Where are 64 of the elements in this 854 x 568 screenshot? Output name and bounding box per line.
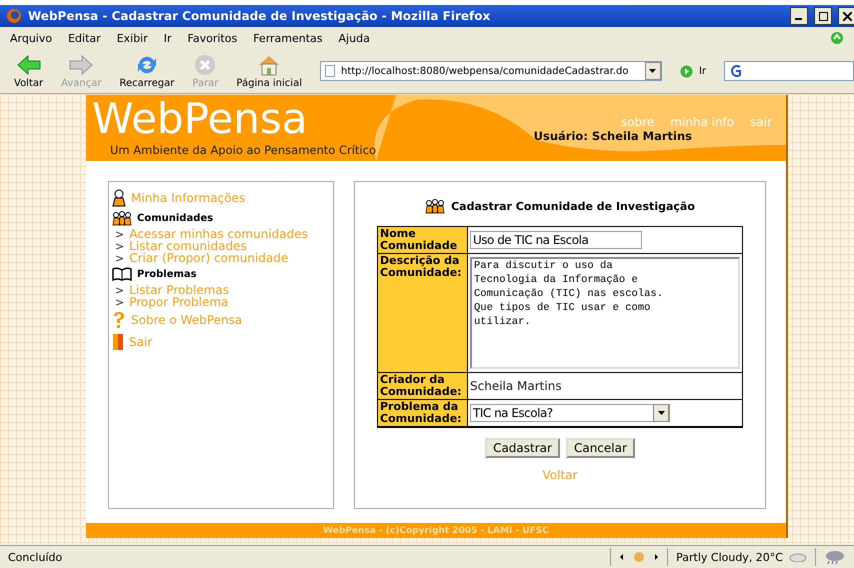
form-button[interactable]: Cancelar (566, 438, 635, 458)
toolbar-button[interactable]: Voltar (14, 54, 44, 88)
bullet-marker: > (115, 296, 124, 308)
page-icon (324, 65, 335, 77)
form-button[interactable]: Cadastrar (485, 438, 560, 458)
firefox-icon (6, 8, 22, 24)
dropdown-button[interactable] (653, 404, 669, 422)
weather-icon (824, 549, 846, 565)
home-icon (257, 54, 282, 76)
sidebar-heading: Problemas (137, 268, 197, 280)
door-icon (112, 333, 124, 351)
caret-icon (649, 69, 656, 73)
minimize-button[interactable] (790, 7, 808, 25)
copyright-text: WebPensa - (c)Copyright 2005 - LAMI - UFSC (323, 526, 549, 536)
maximize-icon (818, 12, 828, 20)
stop-icon (194, 54, 216, 76)
person-icon (112, 189, 126, 207)
cloud-icon (789, 552, 807, 562)
field-label: Criador da Comunidade: (378, 373, 468, 400)
problem-select[interactable]: TIC na Escola? (470, 404, 670, 422)
bullet-marker: > (115, 228, 124, 240)
status-text: Concluído (7, 550, 64, 564)
name-input[interactable]: Uso de TIC na Escola (470, 231, 642, 249)
menu-item[interactable]: Arquivo (10, 32, 52, 44)
menu-item[interactable]: Exibir (116, 32, 148, 44)
close-icon (842, 12, 852, 20)
caret-icon (658, 411, 664, 415)
dropdown-button[interactable] (644, 62, 661, 80)
close-button[interactable] (838, 7, 854, 25)
field-label: Problema da Comunidade: (378, 400, 468, 427)
book-icon (112, 267, 132, 281)
user-label: Usuário: Scheila Martins (534, 129, 692, 143)
bullet-marker: > (115, 240, 124, 252)
forward-arrow-icon (68, 54, 94, 76)
address-field[interactable]: http://localhost:8080/webpensa/comunidadeCadastrar.do (320, 61, 662, 81)
weather-text: Partly Cloudy, 20°C (676, 550, 783, 564)
bullet-marker: > (115, 252, 124, 264)
toolbar-button[interactable]: Página inicial (236, 54, 302, 88)
toolbar-button[interactable]: Recarregar (120, 54, 174, 88)
people-icon (112, 210, 132, 226)
people-icon (425, 198, 446, 214)
media-controls-icon (619, 551, 660, 563)
menu-item[interactable]: Ajuda (338, 32, 370, 44)
update-icon (830, 31, 844, 45)
menu-item[interactable]: Ferramentas (253, 32, 323, 44)
form-title: Cadastrar Comunidade de Investigação (451, 200, 695, 212)
description-textarea[interactable]: Para discutir o uso da Tecnologia da Informação e Comunicação (TIC) nas escolas. Que tipos de TIC usar e como utilizar. (470, 257, 740, 369)
go-icon[interactable] (680, 64, 693, 78)
maximize-button[interactable] (814, 7, 832, 25)
field-label: Nome Comunidade (378, 227, 468, 254)
menu-item[interactable]: Ir (164, 32, 172, 44)
bullet-marker: > (115, 284, 124, 296)
window-title: WebPensa - Cadastrar Comunidade de Investigação - Mozilla Firefox (28, 9, 492, 23)
creator-value: Scheila Martins (470, 379, 562, 393)
sidebar-heading: Comunidades (137, 212, 214, 224)
menu-item[interactable]: Favoritos (188, 32, 238, 44)
field-label: Descrição da Comunidade: (378, 254, 468, 373)
back-arrow-icon (16, 54, 42, 76)
menu-item[interactable]: Editar (68, 32, 101, 44)
site-logo: WebPensa (92, 95, 308, 143)
question-mark-icon (112, 311, 126, 329)
go-button[interactable]: Ir (698, 66, 706, 76)
site-tagline: Um Ambiente da Apoio ao Pensamento Crítico (109, 143, 376, 157)
search-field[interactable] (724, 61, 854, 81)
